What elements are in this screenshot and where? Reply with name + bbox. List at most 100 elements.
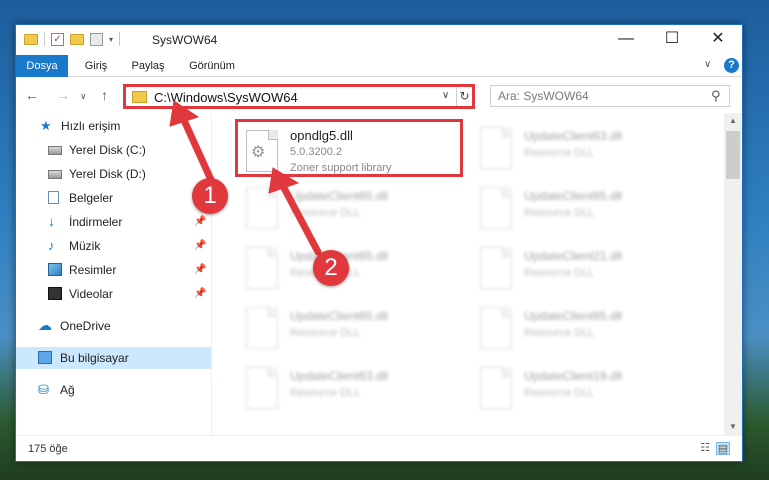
address-dropdown-icon[interactable]: ∨ [442,90,449,101]
sidebar-item-network[interactable]: ⛁ Ağ [16,379,211,401]
drive-icon [48,170,62,179]
download-icon: ↓ [48,213,55,229]
maximize-button[interactable]: ☐ [649,25,695,55]
sidebar-item-documents[interactable]: Belgeler 📌 [16,187,211,209]
dll-file-icon [246,367,278,409]
sidebar-item-label: Hızlı erişim [61,119,121,133]
file-description: Resource DLL [290,207,361,219]
file-description: Resource DLL [524,147,595,159]
pin-icon[interactable]: 📌 [194,288,206,299]
file-name: UpdateClient63.dll [524,129,623,143]
properties-check-icon[interactable]: ✓ [51,32,64,46]
title-bar: ✓ ▾ SysWOW64 — ☐ ✕ [16,25,742,55]
navigation-bar: ← → ∨ ↑ C:\Windows\SysWOW64 ∨ ↻ Ara: Sys… [16,78,742,112]
file-description: Zoner support library [290,162,392,174]
videos-icon [48,287,62,300]
drive-icon [48,146,62,155]
dll-file-icon [480,367,512,409]
toolbar-separator [44,32,45,46]
file-version: 5.0.3200.2 [290,146,342,158]
sidebar-item-label: Ağ [60,383,75,397]
file-tile[interactable]: UpdateClient65.dll Resource DLL [238,239,466,297]
callout-badge-2: 2 [313,250,349,286]
pin-icon[interactable]: 📌 [194,240,206,251]
search-placeholder[interactable]: Ara: SysWOW64 [498,89,589,103]
forward-arrow-icon[interactable]: → [56,87,70,103]
tab-view[interactable]: Görünüm [182,55,242,77]
folder-icon [24,33,38,45]
new-folder-icon[interactable] [70,33,84,45]
star-icon: ★ [40,118,52,133]
file-tile[interactable]: UpdateClient65.dll Resource DLL [472,179,700,237]
sidebar-item-label: Videolar [69,287,113,301]
search-input[interactable]: Ara: SysWOW64 ⚲ [490,85,730,107]
search-icon[interactable]: ⚲ [711,88,721,104]
music-icon: ♪ [48,238,55,253]
dll-file-icon [246,247,278,289]
minimize-button[interactable]: — [603,25,649,55]
scroll-up-icon[interactable]: ▲ [724,113,742,129]
file-name: UpdateClient19.dll [524,369,623,383]
sidebar-item-label: OneDrive [60,319,111,333]
dll-file-icon [480,127,512,169]
sidebar-item-videos[interactable]: Videolar 📌 [16,283,211,305]
file-description: Resource DLL [290,387,361,399]
close-button[interactable]: ✕ [695,25,741,55]
toolbar-separator [119,32,121,46]
sidebar-item-label: Bu bilgisayar [60,351,129,365]
sidebar-item-downloads[interactable]: ↓ İndirmeler 📌 [16,211,211,233]
sidebar-item-label: Müzik [69,239,101,253]
file-tile[interactable]: UpdateClient21.dll Resource DLL [472,239,700,297]
tab-share[interactable]: Paylaş [124,55,172,77]
item-count: 175 öğe [28,443,68,455]
sidebar-item-onedrive[interactable]: ☁ OneDrive [16,315,211,337]
customize-icon[interactable] [90,32,103,46]
sidebar-item-label: Resimler [69,263,117,277]
tiles-view-icon[interactable]: ▤ [716,442,730,455]
file-description: Resource DLL [524,387,595,399]
sidebar-item-drive-d[interactable]: Yerel Disk (D:) [16,163,211,185]
file-name: UpdateClient65.dll [290,309,389,323]
quick-access-toolbar: ✓ ▾ [24,32,121,46]
file-tile[interactable]: UpdateClient63.dll Resource DLL [472,119,700,177]
file-tile[interactable]: UpdateClient65.dll Resource DLL [238,299,466,357]
address-bar[interactable]: C:\Windows\SysWOW64 ∨ ↻ [123,84,475,109]
file-tile[interactable]: UpdateClient65.dll Resource DLL [238,179,466,237]
details-view-icon[interactable]: ☷ [698,442,712,455]
refresh-icon[interactable]: ↻ [456,87,472,106]
up-arrow-icon[interactable]: ↑ [101,87,108,103]
pin-icon[interactable]: 📌 [194,216,206,227]
tab-file[interactable]: Dosya [16,55,68,77]
cloud-icon: ☁ [38,317,52,333]
file-description: Resource DLL [524,207,595,219]
file-name: UpdateClient65.dll [290,189,389,203]
status-bar: 175 öğe ☷ ▤ [16,435,742,461]
address-path[interactable]: C:\Windows\SysWOW64 [154,90,298,105]
navigation-pane: ★ Hızlı erişim Yerel Disk (C:) Yerel Dis… [16,113,211,435]
sidebar-item-label: Yerel Disk (D:) [69,167,146,181]
expand-ribbon-icon[interactable]: ∨ [704,59,711,70]
vertical-scrollbar[interactable]: ▲ ▼ [724,113,742,435]
scrollbar-thumb[interactable] [726,131,740,179]
file-tile[interactable]: UpdateClient65.dll Resource DLL [472,299,700,357]
gear-icon: ⚙ [251,144,266,161]
pin-icon[interactable]: 📌 [194,264,206,275]
dll-file-icon [246,307,278,349]
pictures-icon [48,263,62,276]
recent-locations-chevron-icon[interactable]: ∨ [80,91,87,102]
file-description: Resource DLL [524,327,595,339]
sidebar-item-drive-c[interactable]: Yerel Disk (C:) [16,139,211,161]
help-icon[interactable]: ? [724,58,739,73]
file-tile[interactable]: UpdateClient19.dll Resource DLL [472,359,700,417]
sidebar-item-quick-access[interactable]: ★ Hızlı erişim [16,115,211,137]
back-arrow-icon[interactable]: ← [25,87,39,103]
scroll-down-icon[interactable]: ▼ [724,419,742,435]
sidebar-item-this-pc[interactable]: Bu bilgisayar [16,347,211,369]
file-tile[interactable]: UpdateClient63.dll Resource DLL [238,359,466,417]
tab-home[interactable]: Giriş [74,55,118,77]
sidebar-item-music[interactable]: ♪ Müzik 📌 [16,235,211,257]
file-tile-opndlg5[interactable]: ⚙ opndlg5.dll 5.0.3200.2 Zoner support l… [235,119,463,177]
sidebar-item-pictures[interactable]: Resimler 📌 [16,259,211,281]
chevron-down-icon[interactable]: ▾ [109,35,113,44]
computer-icon [38,351,52,364]
